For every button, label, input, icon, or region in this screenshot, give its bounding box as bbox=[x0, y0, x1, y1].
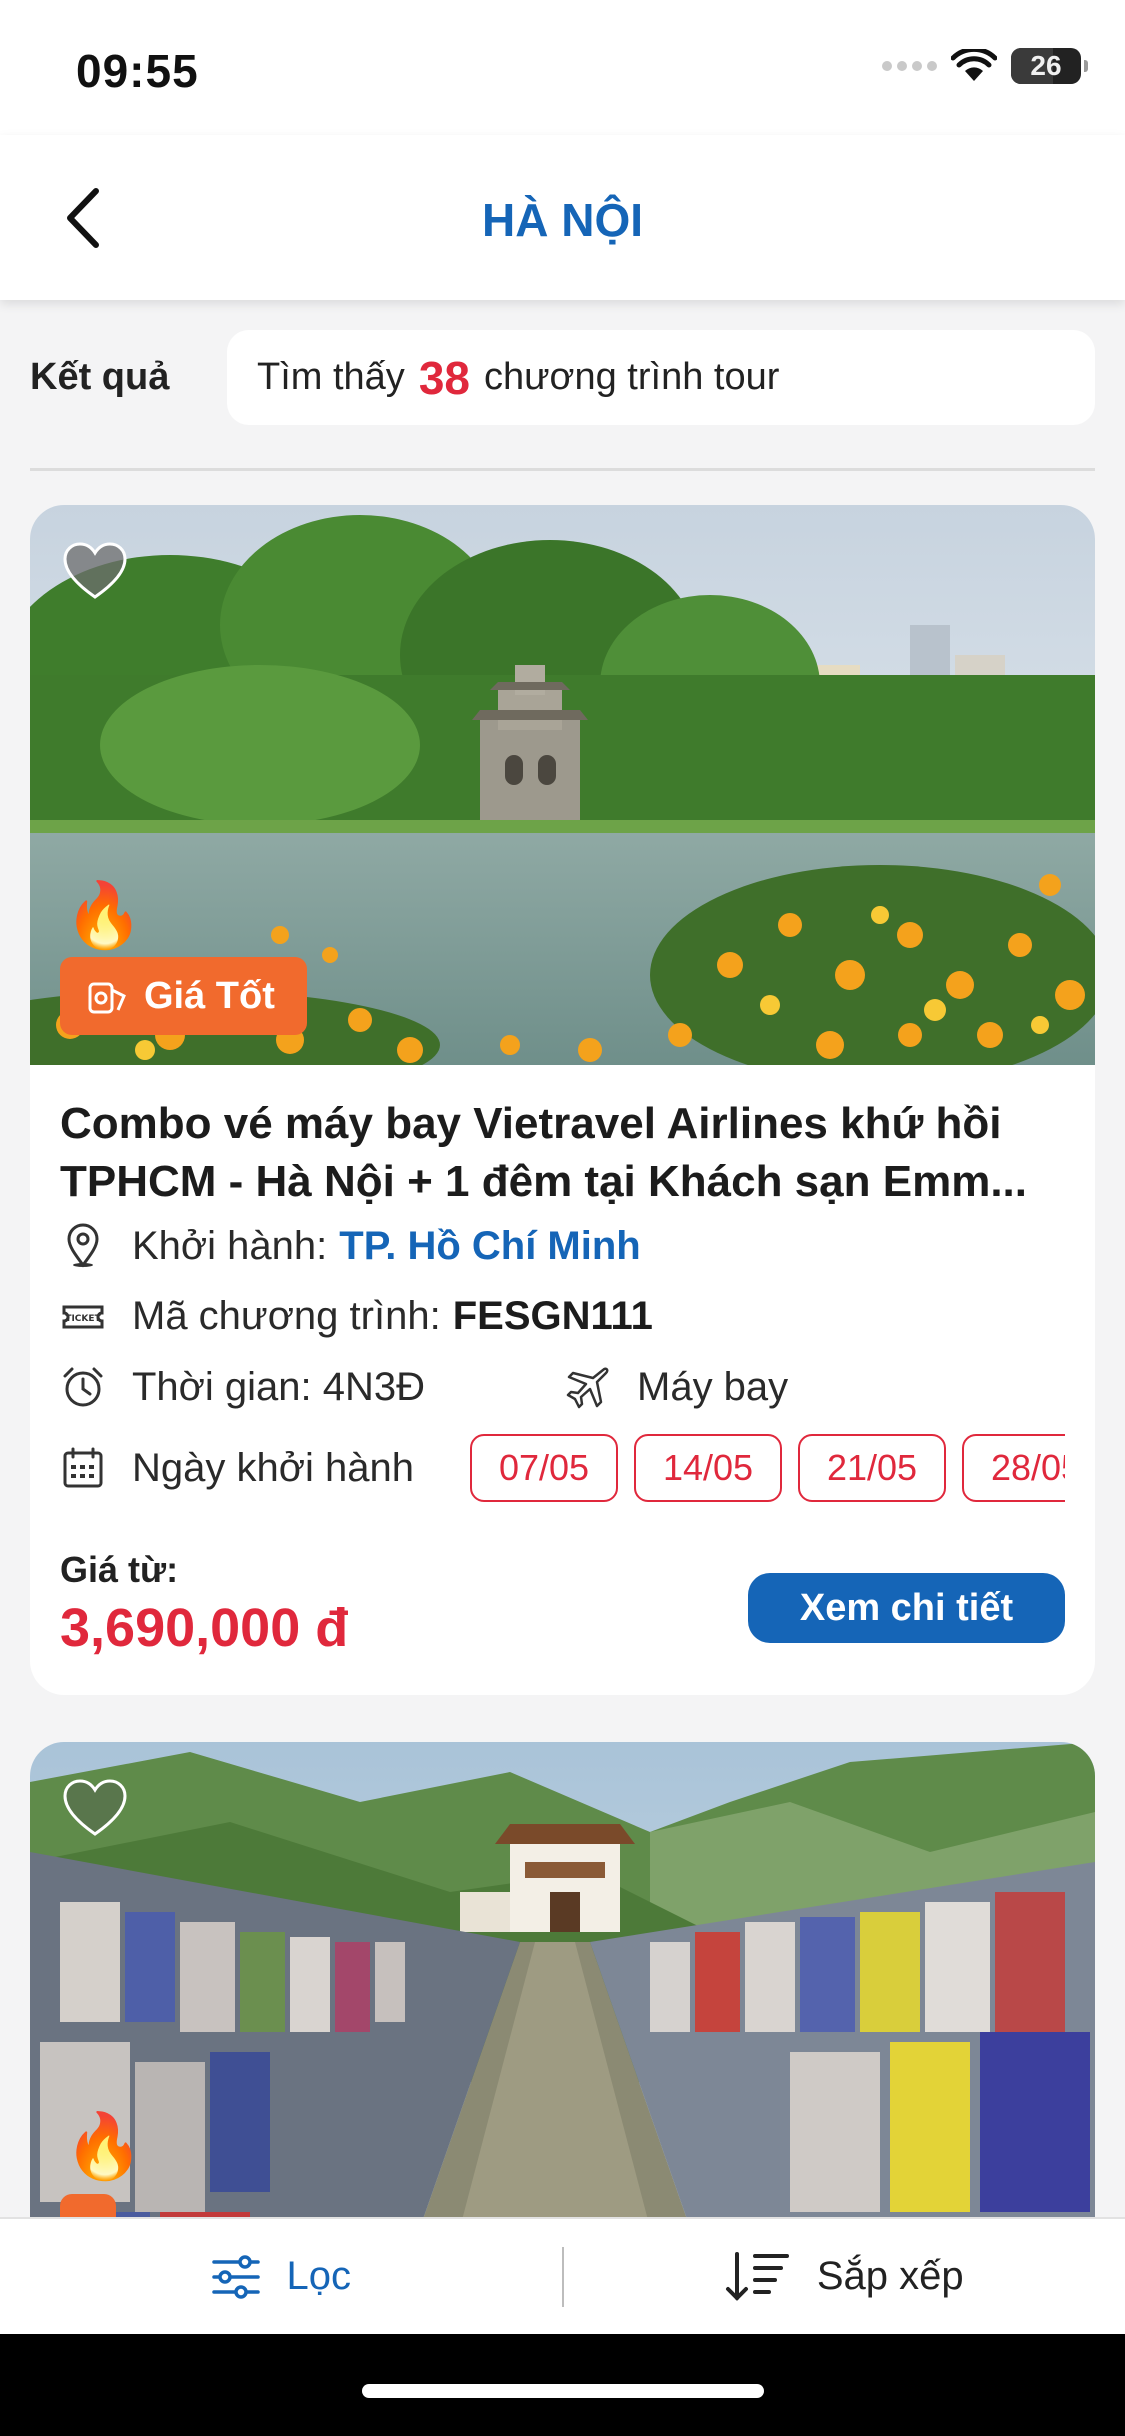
price-area: Giá từ: 3,690,000 đ Xem chi tiết bbox=[60, 1549, 1065, 1669]
tour-card[interactable]: 🔥 Giá Tốt Combo vé máy bay Vietravel Air… bbox=[30, 505, 1095, 1695]
divider bbox=[30, 468, 1095, 471]
date-chip[interactable]: 07/05 bbox=[470, 1434, 618, 1502]
battery-icon: 26 bbox=[1011, 48, 1088, 84]
tour-image-hoan-kiem[interactable]: 🔥 Giá Tốt bbox=[30, 505, 1095, 1065]
dates-label: Ngày khởi hành bbox=[132, 1445, 414, 1490]
sort-icon bbox=[725, 2251, 789, 2301]
status-bar: 09:55 26 bbox=[0, 0, 1125, 135]
airplane-icon bbox=[566, 1367, 609, 1409]
filter-sliders-icon bbox=[211, 2254, 260, 2299]
bottom-action-bar: Lọc Sắp xếp bbox=[0, 2217, 1125, 2334]
hot-flame-icon: 🔥 bbox=[64, 2110, 144, 2182]
page-title: HÀ NỘI bbox=[482, 194, 643, 246]
view-detail-button[interactable]: Xem chi tiết bbox=[748, 1573, 1065, 1643]
date-chip[interactable]: 14/05 bbox=[634, 1434, 782, 1502]
sort-label: Sắp xếp bbox=[816, 2254, 964, 2298]
transport: Máy bay bbox=[637, 1364, 789, 1409]
status-time: 09:55 bbox=[76, 45, 199, 97]
result-count-box: Tìm thấy 38 chương trình tour bbox=[227, 330, 1095, 425]
departure-value: TP. Hồ Chí Minh bbox=[339, 1223, 641, 1268]
battery-level: 26 bbox=[1030, 50, 1062, 81]
departure-row: Khởi hành: TP. Hồ Chí Minh bbox=[60, 1211, 1065, 1281]
filter-label: Lọc bbox=[286, 2254, 352, 2298]
program-code-row: TICKET Mã chương trình: FESGN111 bbox=[60, 1281, 1065, 1351]
ticket-icon: TICKET bbox=[62, 1305, 104, 1329]
hot-flame-icon: 🔥 bbox=[64, 879, 144, 951]
departure-label: Khởi hành: bbox=[132, 1223, 328, 1268]
date-chip[interactable]: 21/05 bbox=[798, 1434, 946, 1502]
result-label: Kết quả bbox=[30, 356, 170, 398]
duration: Thời gian: 4N3Đ bbox=[132, 1364, 426, 1409]
result-summary: Kết quả Tìm thấy 38 chương trình tour bbox=[30, 330, 1095, 425]
duration-transport-row: Thời gian: 4N3Đ Máy bay bbox=[60, 1351, 1065, 1423]
home-indicator[interactable] bbox=[362, 2384, 764, 2398]
sort-button[interactable]: Sắp xếp bbox=[564, 2250, 1125, 2304]
status-indicators: 26 bbox=[882, 48, 1088, 84]
alarm-clock-icon bbox=[63, 1367, 103, 1407]
result-suffix: chương trình tour bbox=[483, 356, 780, 398]
date-chip[interactable]: 28/05 bbox=[962, 1434, 1065, 1502]
location-pin-icon bbox=[67, 1223, 99, 1268]
program-code-label: Mã chương trình: bbox=[132, 1293, 441, 1338]
home-indicator-area bbox=[0, 2334, 1125, 2436]
tour-title[interactable]: Combo vé máy bay Vietravel Airlines khứ … bbox=[60, 1095, 1065, 1211]
result-count: 38 bbox=[418, 351, 470, 404]
best-price-badge: Giá Tốt bbox=[60, 957, 307, 1035]
favorite-heart-icon[interactable] bbox=[62, 1778, 128, 1838]
favorite-heart-icon[interactable] bbox=[62, 541, 128, 601]
result-prefix: Tìm thấy bbox=[257, 356, 405, 398]
departure-dates-list[interactable]: 07/05 14/05 21/05 28/05 bbox=[470, 1434, 1065, 1502]
svg-text:TICKET: TICKET bbox=[65, 1314, 101, 1324]
program-code-value: FESGN111 bbox=[452, 1293, 653, 1338]
departure-dates-row: Ngày khởi hành 07/05 14/05 21/05 28/05 bbox=[60, 1423, 1065, 1513]
badge-label: Giá Tốt bbox=[144, 974, 275, 1017]
filter-button[interactable]: Lọc bbox=[0, 2254, 562, 2300]
price-tag-icon bbox=[88, 982, 126, 1014]
app-header: HÀ NỘI bbox=[0, 135, 1125, 300]
wifi-icon bbox=[951, 49, 997, 81]
calendar-icon bbox=[63, 1447, 103, 1488]
cellular-signal-icon bbox=[882, 61, 937, 71]
